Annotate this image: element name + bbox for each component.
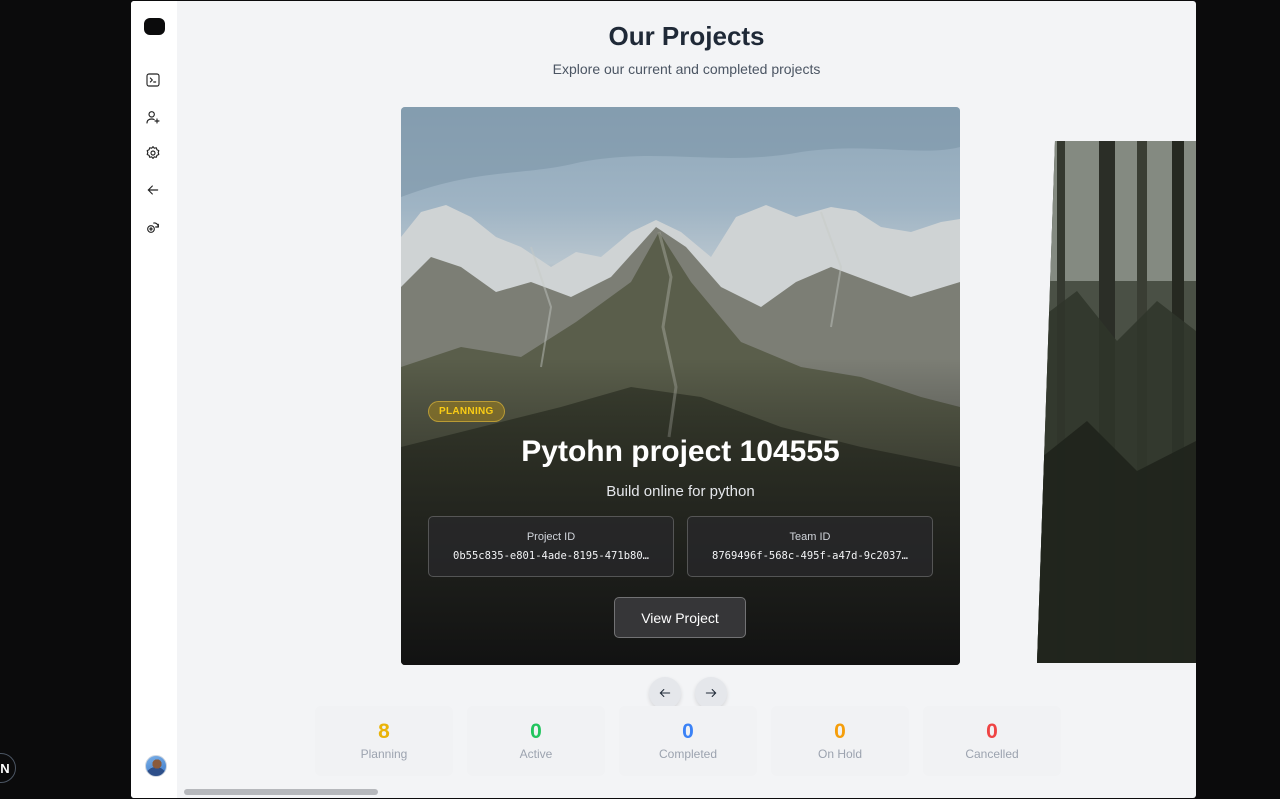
stat-on-hold: 0 On Hold xyxy=(771,706,909,776)
forest-background-image xyxy=(1037,141,1196,663)
sidebar-item-back[interactable] xyxy=(144,181,162,199)
team-id-value: 8769496f-568c-495f-a47d-9c2037… xyxy=(712,550,908,562)
next-button[interactable] xyxy=(695,677,727,709)
stat-label: Planning xyxy=(360,747,408,761)
app-window: Our Projects Explore our current and com… xyxy=(131,1,1196,798)
corner-floating-button[interactable]: N xyxy=(0,753,16,783)
terminal-icon xyxy=(146,73,160,87)
arrow-left-icon xyxy=(147,185,159,195)
stat-label: Active xyxy=(519,747,553,761)
app-logo[interactable] xyxy=(144,18,165,35)
mountain-background-image xyxy=(401,107,960,665)
team-id-box: Team ID 8769496f-568c-495f-a47d-9c2037… xyxy=(687,516,933,577)
stat-cancelled: 0 Cancelled xyxy=(923,706,1061,776)
n-logo-icon: N xyxy=(0,760,10,776)
stat-label: Cancelled xyxy=(965,747,1019,761)
stat-count: 0 xyxy=(986,720,998,743)
sidebar xyxy=(131,1,177,798)
stat-planning: 8 Planning xyxy=(315,706,453,776)
scrollbar-thumb[interactable] xyxy=(184,789,378,795)
stat-label: Completed xyxy=(658,747,718,761)
settings-gear-icon xyxy=(146,146,160,159)
stat-label: On Hold xyxy=(817,747,863,761)
stat-completed: 0 Completed xyxy=(619,706,757,776)
stat-active: 0 Active xyxy=(467,706,605,776)
view-project-button[interactable]: View Project xyxy=(614,597,746,638)
project-description: Build online for python xyxy=(606,483,755,500)
page-title: Our Projects xyxy=(608,21,765,51)
arrow-left-icon xyxy=(659,688,671,698)
user-avatar[interactable] xyxy=(145,755,167,777)
project-id-label: Project ID xyxy=(526,531,576,543)
page-subtitle: Explore our current and completed projec… xyxy=(552,61,821,77)
sidebar-item-terminal[interactable] xyxy=(144,71,162,89)
project-id-value: 0b55c835-e801-4ade-8195-471b80… xyxy=(453,550,649,562)
project-title: Pytohn project 104555 xyxy=(521,435,840,468)
switch-icon xyxy=(147,222,159,233)
horizontal-scrollbar[interactable] xyxy=(177,787,1196,795)
sidebar-item-settings[interactable] xyxy=(144,144,162,162)
user-plus-icon xyxy=(146,111,160,124)
team-id-label: Team ID xyxy=(789,531,831,543)
previous-button[interactable] xyxy=(649,677,681,709)
sidebar-item-add-user[interactable] xyxy=(144,108,162,126)
status-badge: PLANNING xyxy=(428,401,505,422)
project-id-box: Project ID 0b55c835-e801-4ade-8195-471b8… xyxy=(428,516,674,577)
next-project-card[interactable] xyxy=(1037,141,1196,663)
sidebar-item-switch[interactable] xyxy=(144,218,162,236)
stat-count: 0 xyxy=(530,720,542,743)
stat-count: 0 xyxy=(682,720,694,743)
project-card: PLANNING Pytohn project 104555 Build onl… xyxy=(401,107,960,665)
arrow-right-icon xyxy=(705,688,717,698)
stat-count: 8 xyxy=(378,720,390,743)
stat-count: 0 xyxy=(834,720,846,743)
